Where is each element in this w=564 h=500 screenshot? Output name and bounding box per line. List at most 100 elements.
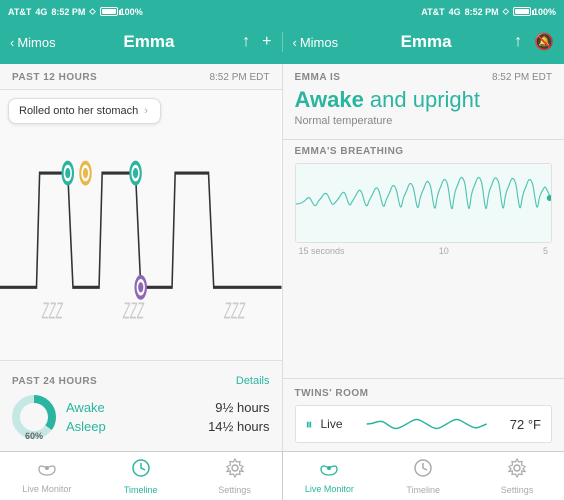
left-panel: PAST 12 HOURS 8:52 PM EDT Rolled onto he…	[0, 64, 283, 451]
nav-actions-left: ↑ +	[242, 33, 271, 51]
emma-is-section: EMMA IS 8:52 PM EDT Awake and upright No…	[283, 64, 564, 133]
back-label-right: Mimos	[300, 35, 338, 50]
nav-actions-right: ↑ 🔕	[514, 32, 554, 52]
time-left: 8:52 PM	[51, 7, 85, 17]
svg-text:ZZZ: ZZZ	[224, 298, 246, 323]
tooltip-bubble[interactable]: Rolled onto her stomach ›	[8, 98, 161, 124]
status-bar-left: AT&T 4G 8:52 PM ⬦ 100%	[8, 3, 143, 20]
stats-section: PAST 24 HOURS Details 60% Awake	[0, 367, 282, 451]
pie-percent-label: 60%	[25, 431, 43, 441]
tab-live-monitor-label-right: Live Monitor	[305, 484, 354, 494]
back-button-right[interactable]: ‹ Mimos	[293, 35, 339, 50]
breathing-chart	[295, 163, 553, 243]
timeline-icon-left	[131, 458, 151, 483]
carrier-left: AT&T	[8, 7, 31, 17]
status-awake: Awake	[295, 87, 364, 112]
back-chevron-left-icon: ‹	[10, 35, 14, 50]
sleep-chart-area: Rolled onto her stomach › ZZZ ZZZ ZZZ	[0, 89, 282, 361]
main-content: PAST 12 HOURS 8:52 PM EDT Rolled onto he…	[0, 64, 564, 451]
share-icon-left[interactable]: ↑	[242, 33, 250, 51]
time-label-15: 15 seconds	[299, 246, 345, 256]
divider-1	[283, 139, 564, 140]
stat-asleep-value: 14½ hours	[208, 419, 269, 434]
tooltip-chevron-icon: ›	[144, 105, 148, 117]
status-bar: AT&T 4G 8:52 PM ⬦ 100% AT&T 4G 8:52 PM ⬦…	[0, 0, 564, 20]
details-link[interactable]: Details	[236, 375, 270, 387]
live-label: Live	[321, 417, 343, 431]
time-right: 8:52 PM	[465, 7, 499, 17]
bell-icon-right[interactable]: 🔕	[534, 32, 554, 52]
stat-awake: Awake 9½ hours	[66, 400, 270, 415]
stats-row: 60% Awake 9½ hours Asleep 14½ hours	[12, 395, 270, 439]
timeline-icon-right	[413, 458, 433, 483]
temp-label: 72 °F	[510, 417, 541, 432]
nav-title-left: Emma	[123, 32, 174, 52]
nav-bar: ‹ Mimos Emma ↑ + ‹ Mimos Emma ↑ 🔕	[0, 20, 564, 64]
breathing-chart-labels: 15 seconds 10 5	[295, 246, 553, 256]
back-button-left[interactable]: ‹ Mimos	[10, 35, 56, 50]
status-rest: and upright	[364, 87, 480, 112]
back-label-left: Mimos	[17, 35, 55, 50]
breathing-label: EMMA'S BREATHING	[295, 146, 553, 157]
battery-right: 100%	[513, 7, 556, 17]
svg-text:ZZZ: ZZZ	[122, 298, 144, 323]
room-section: TWINS' ROOM ⏸ Live 72 °F	[283, 384, 564, 451]
live-monitor-icon-left	[37, 459, 57, 482]
stats-label: PAST 24 HOURS	[12, 376, 97, 387]
right-panel: EMMA IS 8:52 PM EDT Awake and upright No…	[283, 64, 564, 451]
left-header-time: 8:52 PM EDT	[209, 72, 269, 83]
emma-status-main: Awake and upright	[295, 87, 553, 113]
room-label: TWINS' ROOM	[295, 388, 553, 399]
time-label-5: 5	[543, 246, 548, 256]
emma-is-header: EMMA IS 8:52 PM EDT	[295, 72, 553, 83]
tab-bar-right: Live Monitor Timeline Settings	[283, 452, 564, 500]
emma-status-sub: Normal temperature	[295, 115, 553, 127]
stats-items: Awake 9½ hours Asleep 14½ hours	[66, 400, 270, 434]
back-chevron-right-icon: ‹	[293, 35, 297, 50]
nav-left: ‹ Mimos Emma ↑ +	[0, 32, 283, 52]
network-right: 4G	[449, 7, 461, 17]
svg-text:ZZZ: ZZZ	[41, 298, 63, 323]
tab-settings-label-left: Settings	[218, 485, 251, 495]
share-icon-right[interactable]: ↑	[514, 33, 522, 51]
tab-live-monitor-label-left: Live Monitor	[22, 484, 71, 494]
bluetooth-left-icon: ⬦	[89, 6, 95, 17]
stat-awake-label: Awake	[66, 400, 105, 415]
past-hours-label: PAST 12 HOURS	[12, 72, 97, 83]
left-panel-header: PAST 12 HOURS 8:52 PM EDT	[0, 64, 282, 89]
carrier-right: AT&T	[421, 7, 444, 17]
tab-timeline-right[interactable]: Timeline	[376, 452, 470, 500]
tab-bar-left: Live Monitor Timeline Settings	[0, 452, 283, 500]
emma-is-label: EMMA IS	[295, 72, 341, 83]
tab-live-monitor-left[interactable]: Live Monitor	[0, 452, 94, 500]
tab-settings-label-right: Settings	[501, 485, 534, 495]
tab-live-monitor-right[interactable]: Live Monitor	[283, 452, 377, 500]
tab-timeline-left[interactable]: Timeline	[94, 452, 188, 500]
stat-awake-value: 9½ hours	[215, 400, 269, 415]
tab-bar: Live Monitor Timeline Settings Live Moni…	[0, 451, 564, 500]
sleep-chart-svg: ZZZ ZZZ ZZZ	[0, 90, 282, 360]
status-bar-right: AT&T 4G 8:52 PM ⬦ 100%	[421, 3, 556, 20]
tab-timeline-label-right: Timeline	[406, 485, 440, 495]
time-label-10: 10	[439, 246, 449, 256]
room-wave-svg	[351, 412, 502, 436]
settings-icon-left	[225, 458, 245, 483]
network-left: 4G	[35, 7, 47, 17]
stat-asleep-label: Asleep	[66, 419, 106, 434]
breathing-section: EMMA'S BREATHING 15 seconds 10 5	[283, 146, 564, 372]
settings-icon-right	[507, 458, 527, 483]
tooltip-text: Rolled onto her stomach	[19, 105, 138, 117]
bluetooth-right-icon: ⬦	[503, 6, 509, 17]
stats-header: PAST 24 HOURS Details	[12, 375, 270, 387]
add-icon-left[interactable]: +	[262, 33, 271, 51]
battery-left: 100%	[100, 7, 143, 17]
pause-icon[interactable]: ⏸	[306, 416, 313, 433]
stat-asleep: Asleep 14½ hours	[66, 419, 270, 434]
room-row: ⏸ Live 72 °F	[295, 405, 553, 443]
tab-settings-right[interactable]: Settings	[470, 452, 564, 500]
nav-right: ‹ Mimos Emma ↑ 🔕	[283, 32, 564, 52]
divider-2	[283, 378, 564, 379]
live-monitor-icon-right	[319, 459, 339, 482]
tab-timeline-label-left: Timeline	[124, 485, 158, 495]
tab-settings-left[interactable]: Settings	[188, 452, 282, 500]
